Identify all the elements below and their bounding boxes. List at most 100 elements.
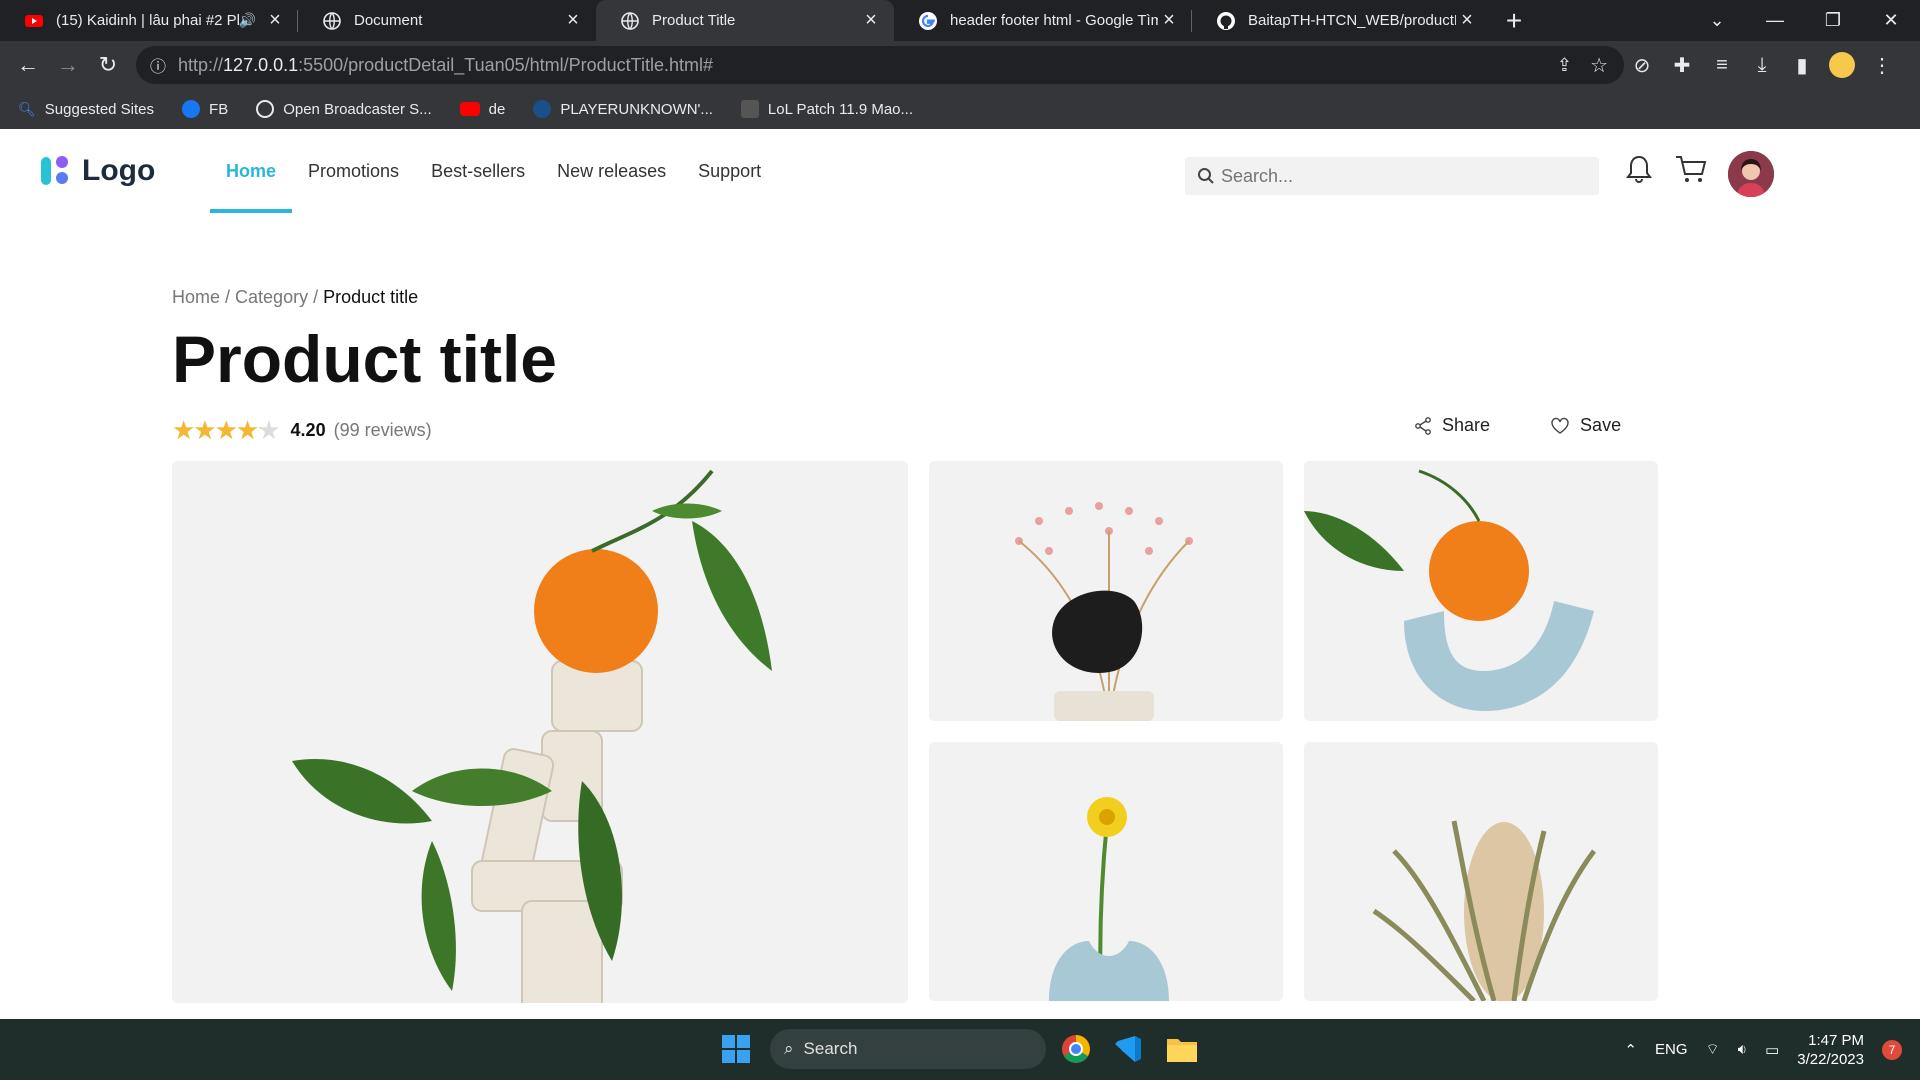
nav-best-sellers[interactable]: Best-sellers xyxy=(415,129,541,213)
forward-button[interactable]: → xyxy=(48,52,88,78)
media-queue-icon[interactable]: ≡ xyxy=(1704,47,1740,83)
windows-start-button[interactable] xyxy=(722,1035,750,1063)
vscode-taskbar-icon[interactable] xyxy=(1108,1029,1148,1069)
restore-button[interactable]: ❐ xyxy=(1804,0,1862,41)
bookmark-suggested-sites[interactable]: 🔍︎ Suggested Sites xyxy=(18,101,154,118)
tab-title: Document xyxy=(354,12,423,29)
tab-google[interactable]: header footer html - Google Tìm × xyxy=(894,0,1192,41)
url-prefix: http:// xyxy=(178,54,224,75)
site-info-icon[interactable]: ⓘ xyxy=(150,53,166,77)
bookmark-label: Open Broadcaster S... xyxy=(283,100,432,118)
cart-icon[interactable] xyxy=(1674,153,1708,185)
share-page-icon[interactable]: ⇪ xyxy=(1557,55,1572,76)
github-icon xyxy=(1217,11,1235,30)
notification-badge[interactable]: 7 xyxy=(1882,1039,1902,1060)
bookmark-label: de xyxy=(488,100,506,118)
close-icon[interactable]: × xyxy=(1456,9,1478,32)
gallery-image-5[interactable] xyxy=(1304,742,1658,1001)
bookmark-label: Suggested Sites xyxy=(44,100,155,118)
gallery-main-image[interactable] xyxy=(172,461,908,1003)
youtube-icon xyxy=(25,14,43,27)
nav-home[interactable]: Home xyxy=(210,129,293,213)
search-icon: ⌕ xyxy=(784,1039,794,1058)
product-image-orange-blue-vase xyxy=(1304,461,1658,721)
new-tab-button[interactable]: + xyxy=(1490,0,1538,41)
globe-icon xyxy=(323,11,341,30)
wifi-icon[interactable]: ⌔ xyxy=(1706,1040,1720,1059)
breadcrumb-home[interactable]: Home xyxy=(172,287,220,307)
breadcrumb-category[interactable]: Category xyxy=(235,287,308,307)
puzzle-extensions-icon[interactable]: ✚ xyxy=(1664,47,1700,83)
breadcrumb-current: Product title xyxy=(323,287,419,307)
search-input[interactable] xyxy=(1221,165,1581,187)
review-count[interactable]: (99 reviews) xyxy=(334,420,432,441)
bookmark-obs[interactable]: Open Broadcaster S... xyxy=(256,100,432,118)
close-icon[interactable]: × xyxy=(1158,9,1180,32)
avatar-image xyxy=(1728,151,1774,197)
window-controls: ⌄ — ❐ ✕ xyxy=(1688,0,1920,41)
clock[interactable]: 1:47 PM 3/22/2023 xyxy=(1797,1031,1864,1069)
language-indicator[interactable]: ENG xyxy=(1655,1041,1688,1058)
gallery-image-4[interactable] xyxy=(929,742,1283,1001)
product-image-orange-sculpture xyxy=(172,461,908,1003)
reload-button[interactable]: ↻ xyxy=(88,52,128,78)
bookmark-fb[interactable]: FB xyxy=(182,100,228,118)
address-bar[interactable]: ⓘ http://127.0.0.1:5500/productDetail_Tu… xyxy=(136,46,1624,84)
browser-toolbar: ← → ↻ ⓘ http://127.0.0.1:5500/productDet… xyxy=(0,41,1920,89)
back-button[interactable]: ← xyxy=(8,52,48,78)
share-button[interactable]: Share xyxy=(1414,415,1490,436)
extensions-area: ⊘ ✚ ≡ ⤓ ▮ ⋮ xyxy=(1624,47,1900,83)
close-window-button[interactable]: ✕ xyxy=(1862,0,1920,41)
gallery-image-3[interactable] xyxy=(1304,461,1658,721)
nav-support[interactable]: Support xyxy=(682,129,777,213)
close-icon[interactable]: × xyxy=(860,9,882,32)
close-icon[interactable]: × xyxy=(562,9,584,32)
google-icon xyxy=(919,11,937,30)
file-explorer-taskbar-icon[interactable] xyxy=(1162,1029,1202,1069)
taskbar-search[interactable]: ⌕ Search xyxy=(770,1029,1046,1069)
bookmark-lol[interactable]: LoL Patch 11.9 Mao... xyxy=(740,100,914,118)
share-icon xyxy=(1415,416,1431,435)
bookmark-star-icon[interactable]: ☆ xyxy=(1590,53,1608,78)
logo-mark-icon xyxy=(41,156,68,185)
product-image-dried-flowers-rock xyxy=(929,461,1283,721)
site-search xyxy=(1185,157,1599,195)
tab-github[interactable]: BaitapTH-HTCN_WEB/productDe × xyxy=(1192,0,1490,41)
product-actions: Share Save xyxy=(1414,415,1621,436)
chrome-taskbar-icon[interactable] xyxy=(1056,1029,1096,1069)
tab-youtube[interactable]: (15) Kaidinh | lâu phai #2 Play 🔊 × xyxy=(0,0,298,41)
share-label: Share xyxy=(1442,415,1491,435)
bookmark-pubg[interactable]: PLAYERUNKNOWN'... xyxy=(533,100,713,118)
tab-title: (15) Kaidinh | lâu phai #2 Play xyxy=(56,12,239,29)
site-logo[interactable]: Logo xyxy=(40,154,155,188)
profile-avatar[interactable] xyxy=(1824,47,1860,83)
compass-extension-icon[interactable]: ⊘ xyxy=(1624,47,1660,83)
bookmark-de[interactable]: de xyxy=(459,100,506,118)
header-icons xyxy=(1624,153,1708,185)
nav-new-releases[interactable]: New releases xyxy=(541,129,682,213)
product-image-banksia xyxy=(1304,742,1658,1001)
url-host: 127.0.0.1 xyxy=(223,54,299,75)
bell-icon[interactable] xyxy=(1624,153,1654,185)
nav-promotions[interactable]: Promotions xyxy=(292,129,415,213)
minimize-button[interactable]: — xyxy=(1746,0,1804,41)
user-avatar[interactable] xyxy=(1728,151,1774,197)
tab-search-chevron-icon[interactable]: ⌄ xyxy=(1688,0,1746,41)
bookmark-label: LoL Patch 11.9 Mao... xyxy=(767,100,914,118)
save-button[interactable]: Save xyxy=(1550,415,1621,436)
battery-icon[interactable]: ▭ xyxy=(1765,1041,1779,1059)
close-icon[interactable]: × xyxy=(264,9,286,32)
speaker-icon[interactable]: 🔊 xyxy=(239,12,256,29)
web-page: Logo Home Promotions Best-sellers New re… xyxy=(0,129,1920,1019)
download-icon[interactable]: ⤓ xyxy=(1744,47,1780,83)
menu-kebab-icon[interactable]: ⋮ xyxy=(1864,47,1900,83)
url-path: :5500/productDetail_Tuan05/html/ProductT… xyxy=(298,54,714,75)
volume-icon[interactable]: 🔉︎ xyxy=(1738,1041,1747,1058)
breadcrumb: Home / Category / Product title xyxy=(172,287,419,307)
search-icon xyxy=(1198,168,1214,184)
tab-document[interactable]: Document × xyxy=(298,0,596,41)
tab-product-title[interactable]: Product Title × xyxy=(596,0,894,41)
chevron-up-icon[interactable]: ⌃ xyxy=(1624,1041,1637,1059)
gallery-image-2[interactable] xyxy=(929,461,1283,721)
side-panel-icon[interactable]: ▮ xyxy=(1784,47,1820,83)
